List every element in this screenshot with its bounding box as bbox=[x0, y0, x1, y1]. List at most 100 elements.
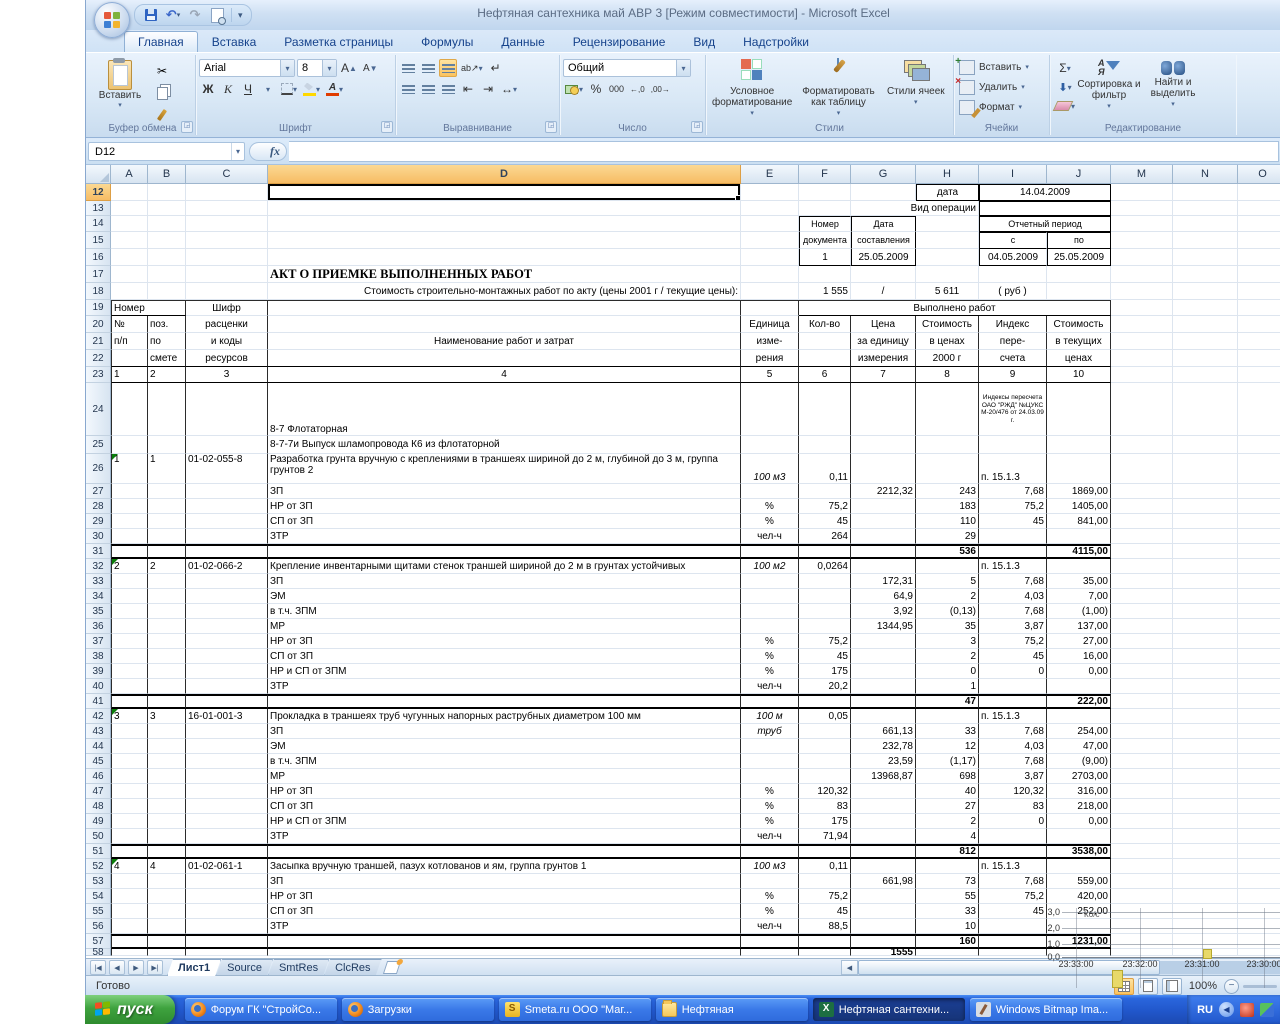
cell-B44[interactable] bbox=[148, 739, 186, 754]
cell-G29[interactable] bbox=[851, 514, 916, 529]
cell-D43[interactable]: ЗП bbox=[268, 724, 741, 739]
column-header-A[interactable]: A bbox=[111, 165, 148, 184]
cell-D33[interactable]: ЗП bbox=[268, 574, 741, 589]
cell-I14[interactable]: Отчетный период bbox=[979, 216, 1111, 232]
cell-I57[interactable] bbox=[979, 934, 1047, 949]
cut-button[interactable]: ✂ bbox=[151, 61, 173, 81]
cell-C50[interactable] bbox=[186, 829, 268, 844]
save-button[interactable] bbox=[143, 7, 159, 23]
cell-B24[interactable] bbox=[148, 383, 186, 436]
cell-G12[interactable] bbox=[851, 184, 916, 201]
borders-button[interactable]: ▾ bbox=[279, 80, 299, 98]
cell-B36[interactable] bbox=[148, 619, 186, 634]
cell-N32[interactable] bbox=[1173, 559, 1238, 574]
cell-N36[interactable] bbox=[1173, 619, 1238, 634]
cell-I24[interactable]: Индексы пересчета ОАО "РЖД" №ЦУКС М-20/4… bbox=[979, 383, 1047, 436]
cell-M52[interactable] bbox=[1111, 859, 1173, 874]
qat-customize-button[interactable]: ▾ bbox=[238, 10, 243, 21]
cell-B56[interactable] bbox=[148, 919, 186, 934]
cell-H34[interactable]: 2 bbox=[916, 589, 979, 604]
row-header-35[interactable]: 35 bbox=[86, 604, 111, 619]
row-header-33[interactable]: 33 bbox=[86, 574, 111, 589]
cell-F54[interactable]: 75,2 bbox=[799, 889, 851, 904]
cell-E42[interactable]: 100 м bbox=[741, 709, 799, 724]
cell-A36[interactable] bbox=[111, 619, 148, 634]
cell-J57[interactable]: 1231,00 bbox=[1047, 934, 1111, 949]
cell-H29[interactable]: 110 bbox=[916, 514, 979, 529]
cell-N37[interactable] bbox=[1173, 634, 1238, 649]
cell-D17[interactable]: АКТ О ПРИЕМКЕ ВЫПОЛНЕННЫХ РАБОТ bbox=[268, 266, 741, 283]
cell-D40[interactable]: ЗТР bbox=[268, 679, 741, 694]
row-header-54[interactable]: 54 bbox=[86, 889, 111, 904]
cell-N22[interactable] bbox=[1173, 350, 1238, 367]
cell-F38[interactable]: 45 bbox=[799, 649, 851, 664]
task-button-1[interactable]: Форум ГК "СтройСо... bbox=[185, 998, 337, 1021]
comma-style-button[interactable]: 000 bbox=[607, 80, 626, 98]
cell-D25[interactable]: 8-7-7и Выпуск шламопровода К6 из флотато… bbox=[268, 436, 741, 454]
cell-M48[interactable] bbox=[1111, 799, 1173, 814]
cell-J50[interactable] bbox=[1047, 829, 1111, 844]
paste-button[interactable]: Вставить▾ bbox=[93, 57, 147, 121]
cell-J24[interactable] bbox=[1047, 383, 1111, 436]
cell-N50[interactable] bbox=[1173, 829, 1238, 844]
cell-M34[interactable] bbox=[1111, 589, 1173, 604]
align-middle-button[interactable] bbox=[419, 59, 437, 77]
cell-B29[interactable] bbox=[148, 514, 186, 529]
row-header-14[interactable]: 14 bbox=[86, 216, 111, 232]
row-header-48[interactable]: 48 bbox=[86, 799, 111, 814]
cell-O15[interactable] bbox=[1238, 232, 1280, 249]
cell-G27[interactable]: 2212,32 bbox=[851, 484, 916, 499]
cell-B14[interactable] bbox=[148, 216, 186, 232]
cell-A45[interactable] bbox=[111, 754, 148, 769]
cell-A58[interactable] bbox=[111, 949, 148, 956]
cell-C43[interactable] bbox=[186, 724, 268, 739]
cell-J16[interactable]: 25.05.2009 bbox=[1047, 249, 1111, 266]
cell-B43[interactable] bbox=[148, 724, 186, 739]
row-header-43[interactable]: 43 bbox=[86, 724, 111, 739]
cell-D37[interactable]: НР от ЗП bbox=[268, 634, 741, 649]
row-header-20[interactable]: 20 bbox=[86, 316, 111, 333]
redo-button[interactable]: ↷ bbox=[187, 7, 203, 23]
cell-F19[interactable]: Выполнено работ bbox=[799, 300, 1111, 316]
percent-button[interactable]: % bbox=[587, 80, 605, 98]
cell-N27[interactable] bbox=[1173, 484, 1238, 499]
row-header-18[interactable]: 18 bbox=[86, 283, 111, 300]
cell-C13[interactable] bbox=[186, 201, 268, 216]
cell-M33[interactable] bbox=[1111, 574, 1173, 589]
cell-N38[interactable] bbox=[1173, 649, 1238, 664]
cell-J43[interactable]: 254,00 bbox=[1047, 724, 1111, 739]
cell-I16[interactable]: 04.05.2009 bbox=[979, 249, 1047, 266]
cell-G42[interactable] bbox=[851, 709, 916, 724]
cell-N16[interactable] bbox=[1173, 249, 1238, 266]
cell-C33[interactable] bbox=[186, 574, 268, 589]
cell-H36[interactable]: 35 bbox=[916, 619, 979, 634]
cell-M53[interactable] bbox=[1111, 874, 1173, 889]
cell-A55[interactable] bbox=[111, 904, 148, 919]
underline-button[interactable]: Ч bbox=[239, 80, 257, 98]
cell-D51[interactable] bbox=[268, 844, 741, 859]
cell-N17[interactable] bbox=[1173, 266, 1238, 283]
cell-D55[interactable]: СП от ЗП bbox=[268, 904, 741, 919]
cell-H41[interactable]: 47 bbox=[916, 694, 979, 709]
cell-G13[interactable]: Вид операции bbox=[851, 201, 979, 216]
cell-G57[interactable] bbox=[851, 934, 916, 949]
cell-M51[interactable] bbox=[1111, 844, 1173, 859]
cell-I20[interactable]: Индекс bbox=[979, 316, 1047, 333]
cell-G20[interactable]: Цена bbox=[851, 316, 916, 333]
cell-D42[interactable]: Прокладка в траншеях труб чугунных напор… bbox=[268, 709, 741, 724]
cell-E37[interactable]: % bbox=[741, 634, 799, 649]
cell-A57[interactable] bbox=[111, 934, 148, 949]
cell-I27[interactable]: 7,68 bbox=[979, 484, 1047, 499]
cell-J55[interactable]: 252,00 bbox=[1047, 904, 1111, 919]
cell-A52[interactable]: 4 bbox=[111, 859, 148, 874]
cell-G17[interactable] bbox=[851, 266, 916, 283]
find-select-button[interactable]: Найти и выделить▾ bbox=[1141, 59, 1205, 115]
cell-G49[interactable] bbox=[851, 814, 916, 829]
cell-A50[interactable] bbox=[111, 829, 148, 844]
cell-J27[interactable]: 1869,00 bbox=[1047, 484, 1111, 499]
cell-B39[interactable] bbox=[148, 664, 186, 679]
cell-D49[interactable]: НР и СП от ЗПМ bbox=[268, 814, 741, 829]
cell-E34[interactable] bbox=[741, 589, 799, 604]
cell-N51[interactable] bbox=[1173, 844, 1238, 859]
cell-O38[interactable] bbox=[1238, 649, 1280, 664]
